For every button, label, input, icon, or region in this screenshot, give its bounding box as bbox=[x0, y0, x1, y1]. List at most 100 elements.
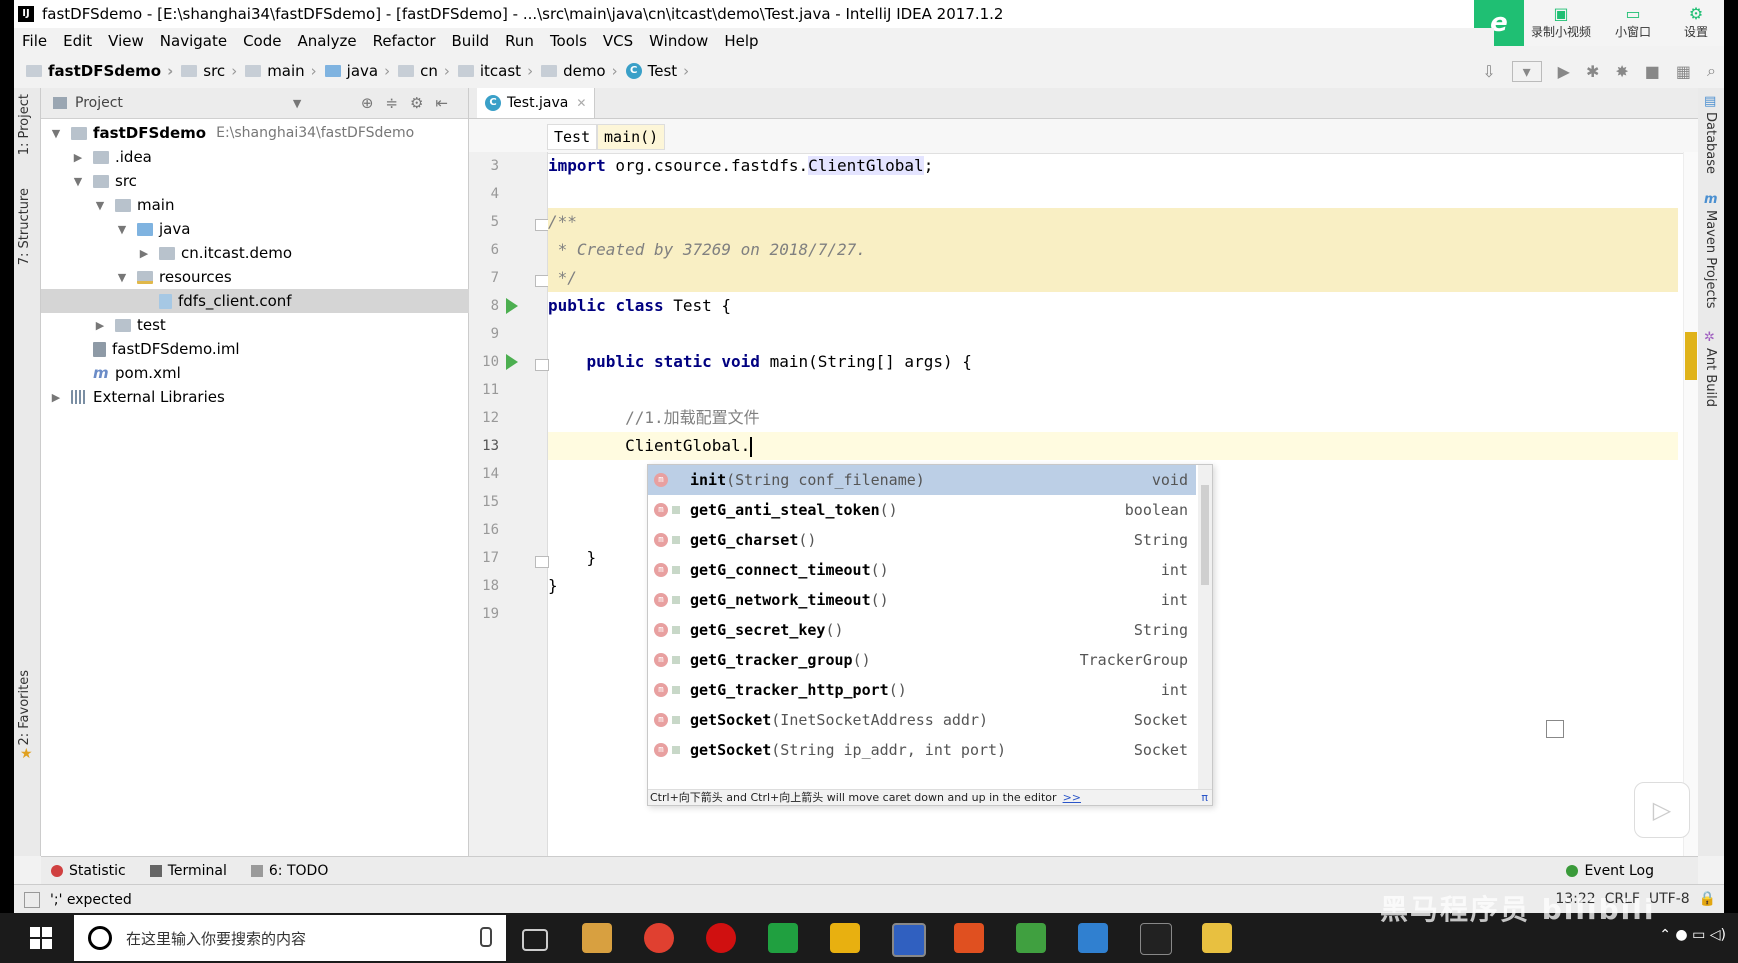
fold-marker-icon[interactable] bbox=[535, 275, 549, 287]
error-stripe[interactable] bbox=[1683, 152, 1698, 856]
menu-analyze[interactable]: Analyze bbox=[289, 32, 364, 50]
pdf-icon[interactable] bbox=[954, 923, 984, 953]
todo-tool-button[interactable]: 6: TODO bbox=[250, 863, 328, 879]
completion-item[interactable]: m getG_tracker_http_port() int bbox=[648, 675, 1196, 705]
run-main-icon[interactable] bbox=[506, 354, 518, 370]
record-video-button[interactable]: ▣ 录制小视频 bbox=[1524, 0, 1598, 46]
completion-item[interactable]: m getSocket (InetSocketAddress addr) Socket bbox=[648, 705, 1196, 735]
project-view-selector[interactable]: Project bbox=[75, 95, 123, 111]
chrome-icon[interactable] bbox=[644, 923, 674, 953]
project-structure-icon[interactable]: ▦ bbox=[1676, 62, 1691, 81]
menu-file[interactable]: File bbox=[14, 32, 55, 50]
app-icon-yellow[interactable] bbox=[830, 923, 860, 953]
breadcrumb-cn[interactable]: cn › bbox=[394, 62, 454, 80]
tree-item-idea[interactable]: ▶ .idea bbox=[41, 145, 498, 169]
event-log-button[interactable]: Event Log bbox=[1566, 863, 1654, 879]
breadcrumb-demo[interactable]: demo › bbox=[537, 62, 622, 80]
close-icon[interactable]: ✕ bbox=[576, 96, 586, 110]
tree-item-java[interactable]: ▼ java bbox=[41, 217, 542, 241]
completion-item[interactable]: m getG_connect_timeout() int bbox=[648, 555, 1196, 585]
crumb-test[interactable]: Test bbox=[547, 124, 598, 150]
system-tray[interactable]: ⌃ ● ▭ ◁) bbox=[1659, 927, 1726, 943]
menu-run[interactable]: Run bbox=[497, 32, 542, 50]
scrollbar-thumb[interactable] bbox=[1201, 485, 1209, 585]
windows-start-icon[interactable] bbox=[30, 927, 52, 949]
menu-edit[interactable]: Edit bbox=[55, 32, 100, 50]
tree-item-fastdfsdemo[interactable]: ▼ fastDFSdemo E:\shanghai34\fastDFSdemo bbox=[41, 121, 476, 145]
menu-refactor[interactable]: Refactor bbox=[365, 32, 444, 50]
collapse-all-icon[interactable]: ≑ bbox=[385, 94, 410, 112]
statistic-tool-button[interactable]: Statistic bbox=[51, 863, 126, 879]
app-icon-green[interactable] bbox=[768, 923, 798, 953]
breadcrumb-project[interactable]: fastDFSdemo › bbox=[22, 62, 177, 80]
completion-item[interactable]: m getG_secret_key() String bbox=[648, 615, 1196, 645]
tab-maven-projects[interactable]: Maven Projects bbox=[1703, 210, 1718, 309]
expanded-arrow-icon[interactable]: ▼ bbox=[115, 271, 129, 284]
collapsed-arrow-icon[interactable]: ▶ bbox=[137, 247, 151, 260]
debug-icon[interactable]: ✱ bbox=[1586, 62, 1599, 81]
tree-item-external-libraries[interactable]: ▶ External Libraries bbox=[41, 385, 476, 409]
intellij-taskbar-icon[interactable] bbox=[892, 923, 926, 957]
tab-test-java[interactable]: C Test.java ✕ bbox=[477, 88, 596, 118]
tree-item-main[interactable]: ▼ main bbox=[41, 193, 520, 217]
coverage-icon[interactable]: ✸ bbox=[1615, 62, 1628, 81]
mini-window-button[interactable]: ▭ 小窗口 bbox=[1598, 0, 1668, 46]
tree-item-fastdfsdemo-iml[interactable]: fastDFSdemo.iml bbox=[41, 337, 520, 361]
completion-item-selected[interactable]: m init (String conf_filename) void bbox=[648, 465, 1196, 495]
app-icon-arrow[interactable] bbox=[1078, 923, 1108, 953]
file-explorer-icon[interactable] bbox=[1202, 923, 1232, 953]
expanded-arrow-icon[interactable]: ▼ bbox=[71, 175, 85, 188]
run-class-icon[interactable] bbox=[506, 298, 518, 314]
menu-help[interactable]: Help bbox=[716, 32, 766, 50]
collapsed-arrow-icon[interactable]: ▶ bbox=[93, 319, 107, 332]
run-icon[interactable]: ▶ bbox=[1558, 62, 1570, 81]
collapsed-arrow-icon[interactable]: ▶ bbox=[49, 391, 63, 404]
expanded-arrow-icon[interactable]: ▼ bbox=[115, 223, 129, 236]
menu-window[interactable]: Window bbox=[641, 32, 716, 50]
breadcrumb-java[interactable]: java › bbox=[321, 62, 394, 80]
tree-item-resources[interactable]: ▼ resources bbox=[41, 265, 542, 289]
play-overlay-icon[interactable]: ▷ bbox=[1634, 782, 1690, 838]
recorder-settings-button[interactable]: ⚙ 设置 bbox=[1668, 0, 1724, 46]
hide-panel-icon[interactable]: ⇤ bbox=[435, 94, 460, 112]
taskbar-search[interactable]: 在这里输入你要搜索的内容 bbox=[74, 915, 506, 961]
tab-project[interactable]: 1: Project bbox=[17, 94, 32, 155]
notepad-icon[interactable] bbox=[1016, 923, 1046, 953]
terminal-tool-button[interactable]: Terminal bbox=[149, 863, 227, 879]
tab-database[interactable]: Database bbox=[1703, 112, 1718, 174]
search-icon[interactable]: ⌕ bbox=[1707, 61, 1716, 81]
completion-item[interactable]: m getG_anti_steal_token() boolean bbox=[648, 495, 1196, 525]
collapsed-arrow-icon[interactable]: ▶ bbox=[71, 151, 85, 164]
menu-code[interactable]: Code bbox=[235, 32, 289, 50]
tab-favorites[interactable]: 2: Favorites bbox=[17, 670, 32, 746]
stop-icon[interactable]: ■ bbox=[1645, 62, 1660, 81]
lock-icon[interactable]: 🔒 bbox=[1699, 891, 1716, 907]
error-marker[interactable] bbox=[1685, 332, 1697, 380]
fold-marker-icon[interactable] bbox=[535, 219, 549, 231]
completion-item[interactable]: m getSocket (String ip_addr, int port) Sock… bbox=[648, 735, 1196, 765]
menu-view[interactable]: View bbox=[100, 32, 152, 50]
completion-item[interactable]: m getG_charset() String bbox=[648, 525, 1196, 555]
crumb-main[interactable]: main() bbox=[597, 124, 666, 150]
breadcrumb-itcast[interactable]: itcast › bbox=[454, 62, 537, 80]
breadcrumb-main[interactable]: main › bbox=[241, 62, 320, 80]
tree-item-src[interactable]: ▼ src bbox=[41, 169, 498, 193]
completion-hint-link[interactable]: >> bbox=[1063, 791, 1081, 804]
tree-item-test[interactable]: ▶ test bbox=[41, 313, 520, 337]
inspection-icon[interactable] bbox=[1546, 720, 1564, 738]
scroll-from-source-icon[interactable]: ⊕ bbox=[361, 94, 386, 112]
app-icon-1[interactable] bbox=[582, 923, 612, 953]
build-icon[interactable]: ⇩ bbox=[1482, 62, 1495, 81]
completion-item[interactable]: m getG_tracker_group() TrackerGroup bbox=[648, 645, 1196, 675]
expanded-arrow-icon[interactable]: ▼ bbox=[49, 127, 63, 140]
run-config-dropdown-icon[interactable]: ▾ bbox=[1511, 60, 1542, 82]
tab-ant-build[interactable]: Ant Build bbox=[1703, 348, 1718, 407]
completion-item[interactable]: m getG_network_timeout() int bbox=[648, 585, 1196, 615]
menu-tools[interactable]: Tools bbox=[542, 32, 595, 50]
console-icon[interactable] bbox=[1140, 923, 1172, 955]
menu-navigate[interactable]: Navigate bbox=[152, 32, 235, 50]
menu-vcs[interactable]: VCS bbox=[595, 32, 641, 50]
gear-icon[interactable]: ⚙ bbox=[410, 94, 435, 112]
breadcrumb-test-class[interactable]: C Test › bbox=[622, 62, 694, 80]
expanded-arrow-icon[interactable]: ▼ bbox=[93, 199, 107, 212]
